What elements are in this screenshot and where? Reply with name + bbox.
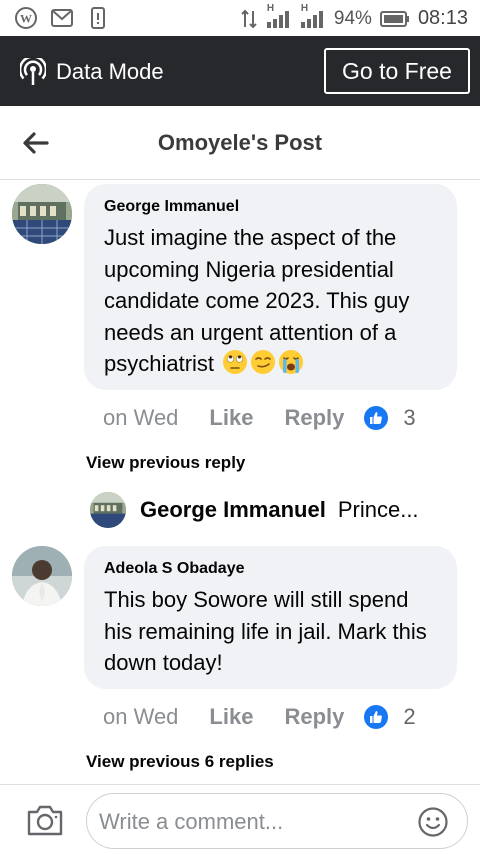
post-header: Omoyele's Post <box>0 106 480 180</box>
comment-text: Just imagine the aspect of the upcoming … <box>104 222 437 380</box>
reply-avatar[interactable] <box>90 492 126 528</box>
comment-actions: on Wed Like Reply 3 <box>103 405 416 431</box>
avatar-image <box>12 546 72 606</box>
like-count[interactable]: 3 <box>403 405 415 431</box>
camera-icon[interactable] <box>26 803 64 837</box>
reply-button[interactable]: Reply <box>284 704 344 730</box>
comment-bubble[interactable]: George Immanuel Just imagine the aspect … <box>84 184 457 390</box>
status-bar: W H H 94% 08:13 <box>0 0 480 36</box>
data-transfer-icon <box>241 9 257 28</box>
wordpress-icon: W <box>15 7 37 29</box>
signal-type-label: H <box>300 2 309 14</box>
avatar[interactable] <box>12 184 72 244</box>
like-reaction-icon[interactable] <box>364 406 389 430</box>
gmail-icon <box>51 9 73 27</box>
smirking-face-icon <box>251 350 276 374</box>
like-button[interactable]: Like <box>209 704 253 730</box>
clock-time: 08:13 <box>417 7 468 29</box>
avatar[interactable] <box>12 546 72 606</box>
comment-author[interactable]: George Immanuel <box>104 198 437 216</box>
go-to-free-button[interactable]: Go to Free <box>324 48 470 94</box>
phone-alert-icon <box>91 7 105 29</box>
reply-button[interactable]: Reply <box>284 405 344 431</box>
comment-timestamp[interactable]: on Wed <box>103 405 178 431</box>
battery-percent: 94% <box>333 7 372 29</box>
comment-bubble[interactable]: Adeola S Obadaye This boy Sowore will st… <box>84 546 457 689</box>
avatar-image <box>12 184 72 244</box>
signal-icon-2: H <box>300 3 326 29</box>
view-previous-replies-link[interactable]: View previous 6 replies <box>86 752 274 772</box>
loudly-crying-face-icon <box>279 350 304 374</box>
reply-author[interactable]: George Immanuel <box>140 497 326 523</box>
data-mode-label: Data Mode <box>56 59 164 84</box>
comment-actions: on Wed Like Reply 2 <box>103 704 416 730</box>
comment-timestamp[interactable]: on Wed <box>103 704 178 730</box>
svg-text:W: W <box>20 12 32 26</box>
comment-author[interactable]: Adeola S Obadaye <box>104 560 437 578</box>
like-count[interactable]: 2 <box>403 704 415 730</box>
reply-preview[interactable]: George Immanuel Prince... <box>90 492 419 528</box>
comment-input[interactable]: Write a comment... <box>86 793 468 849</box>
page-title: Omoyele's Post <box>157 130 323 155</box>
signal-type-label: H <box>266 2 275 14</box>
like-button[interactable]: Like <box>209 405 253 431</box>
avatar-image <box>90 492 126 528</box>
status-system-icons: H H 94% 08:13 <box>240 3 468 30</box>
comment-input-placeholder: Write a comment... <box>99 809 284 834</box>
battery-icon <box>379 10 409 27</box>
signal-icon-1: H <box>266 3 292 29</box>
comment-text: This boy Sowore will still spend his rem… <box>104 587 427 675</box>
face-with-rolling-eyes-icon <box>223 350 248 374</box>
data-mode-bar: Data Mode Go to Free <box>0 36 480 106</box>
data-mode-indicator: Data Mode <box>20 58 164 86</box>
broadcast-icon <box>20 58 46 85</box>
comment-composer: Write a comment... <box>0 784 480 854</box>
emoji-picker-icon[interactable] <box>417 806 449 838</box>
reply-snippet: Prince... <box>337 497 419 522</box>
like-reaction-icon[interactable] <box>364 705 389 729</box>
view-previous-reply-link[interactable]: View previous reply <box>86 453 245 473</box>
status-notification-icons: W <box>14 6 110 30</box>
